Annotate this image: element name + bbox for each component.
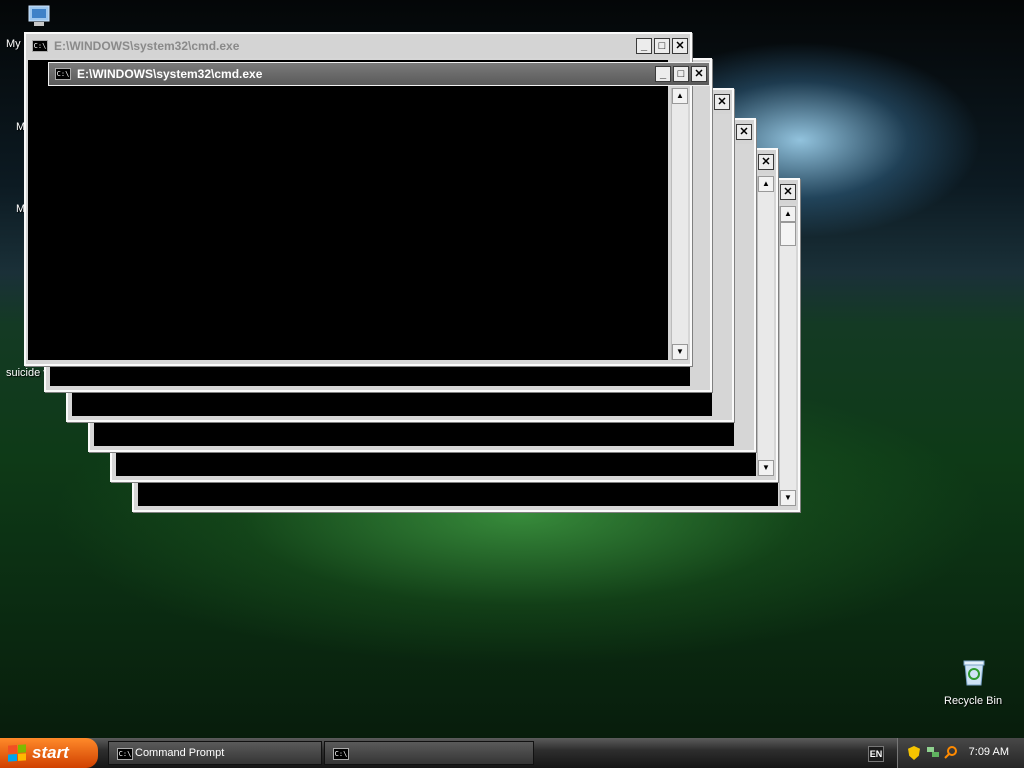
clock[interactable]: 7:09 AM: [969, 746, 1009, 758]
scroll-down-button[interactable]: ▼: [780, 490, 796, 506]
cmd-icon: C:\: [117, 748, 133, 760]
vertical-scrollbar[interactable]: ▲ ▼: [671, 88, 688, 360]
minimize-button[interactable]: _: [655, 66, 671, 82]
search-icon[interactable]: [944, 745, 958, 759]
window-title: E:\WINDOWS\system32\cmd.exe: [54, 39, 240, 53]
scroll-up-button[interactable]: ▲: [780, 206, 796, 222]
scroll-thumb[interactable]: [780, 222, 796, 246]
close-button[interactable]: ✕: [714, 94, 730, 110]
scroll-up-button[interactable]: ▲: [672, 88, 688, 104]
start-label: start: [32, 743, 69, 762]
security-shield-icon[interactable]: [908, 746, 920, 760]
desktop: My M M suicide v Recycle Bin _ □ ✕ ▲ ▼ _…: [0, 0, 1024, 738]
scroll-down-button[interactable]: ▼: [672, 344, 688, 360]
taskbar-button-command-prompt[interactable]: C:\ Command Prompt: [108, 741, 322, 765]
maximize-button[interactable]: □: [654, 38, 670, 54]
desktop-icon-label[interactable]: suicide v: [6, 367, 49, 379]
maximize-button[interactable]: □: [673, 66, 689, 82]
desktop-icon-label[interactable]: My: [6, 38, 21, 50]
close-button[interactable]: ✕: [691, 66, 707, 82]
windows-logo-icon: [8, 744, 26, 762]
language-indicator[interactable]: EN: [868, 746, 884, 762]
close-button[interactable]: ✕: [758, 154, 774, 170]
window-titlebar[interactable]: C:\ E:\WINDOWS\system32\cmd.exe _ □ ✕: [26, 34, 690, 58]
taskbar-button-label: Command Prompt: [135, 747, 225, 759]
console-area[interactable]: [28, 60, 668, 360]
cmd-icon: C:\: [55, 68, 71, 80]
taskbar-button-cmd[interactable]: C:\: [324, 741, 534, 765]
cmd-icon: C:\: [333, 748, 349, 760]
window-title: E:\WINDOWS\system32\cmd.exe: [77, 67, 263, 81]
taskbar: start C:\ Command Prompt C:\ EN 7:09 AM: [0, 738, 1024, 768]
recycle-bin-label[interactable]: Recycle Bin: [944, 695, 1002, 707]
cmd-icon: C:\: [32, 40, 48, 52]
close-button[interactable]: ✕: [672, 38, 688, 54]
recycle-bin-icon[interactable]: [957, 656, 991, 688]
network-icon[interactable]: [926, 745, 940, 759]
scroll-down-button[interactable]: ▼: [758, 460, 774, 476]
vertical-scrollbar[interactable]: ▲ ▼: [779, 206, 796, 506]
scroll-up-button[interactable]: ▲: [758, 176, 774, 192]
my-computer-icon[interactable]: [22, 2, 56, 32]
minimize-button[interactable]: _: [636, 38, 652, 54]
active-cmd-titlebar[interactable]: C:\ E:\WINDOWS\system32\cmd.exe _ □ ✕: [48, 62, 710, 86]
close-button[interactable]: ✕: [780, 184, 796, 200]
system-tray: 7:09 AM: [897, 738, 1024, 768]
start-button[interactable]: start: [0, 738, 98, 768]
close-button[interactable]: ✕: [736, 124, 752, 140]
vertical-scrollbar[interactable]: ▲ ▼: [757, 176, 774, 476]
